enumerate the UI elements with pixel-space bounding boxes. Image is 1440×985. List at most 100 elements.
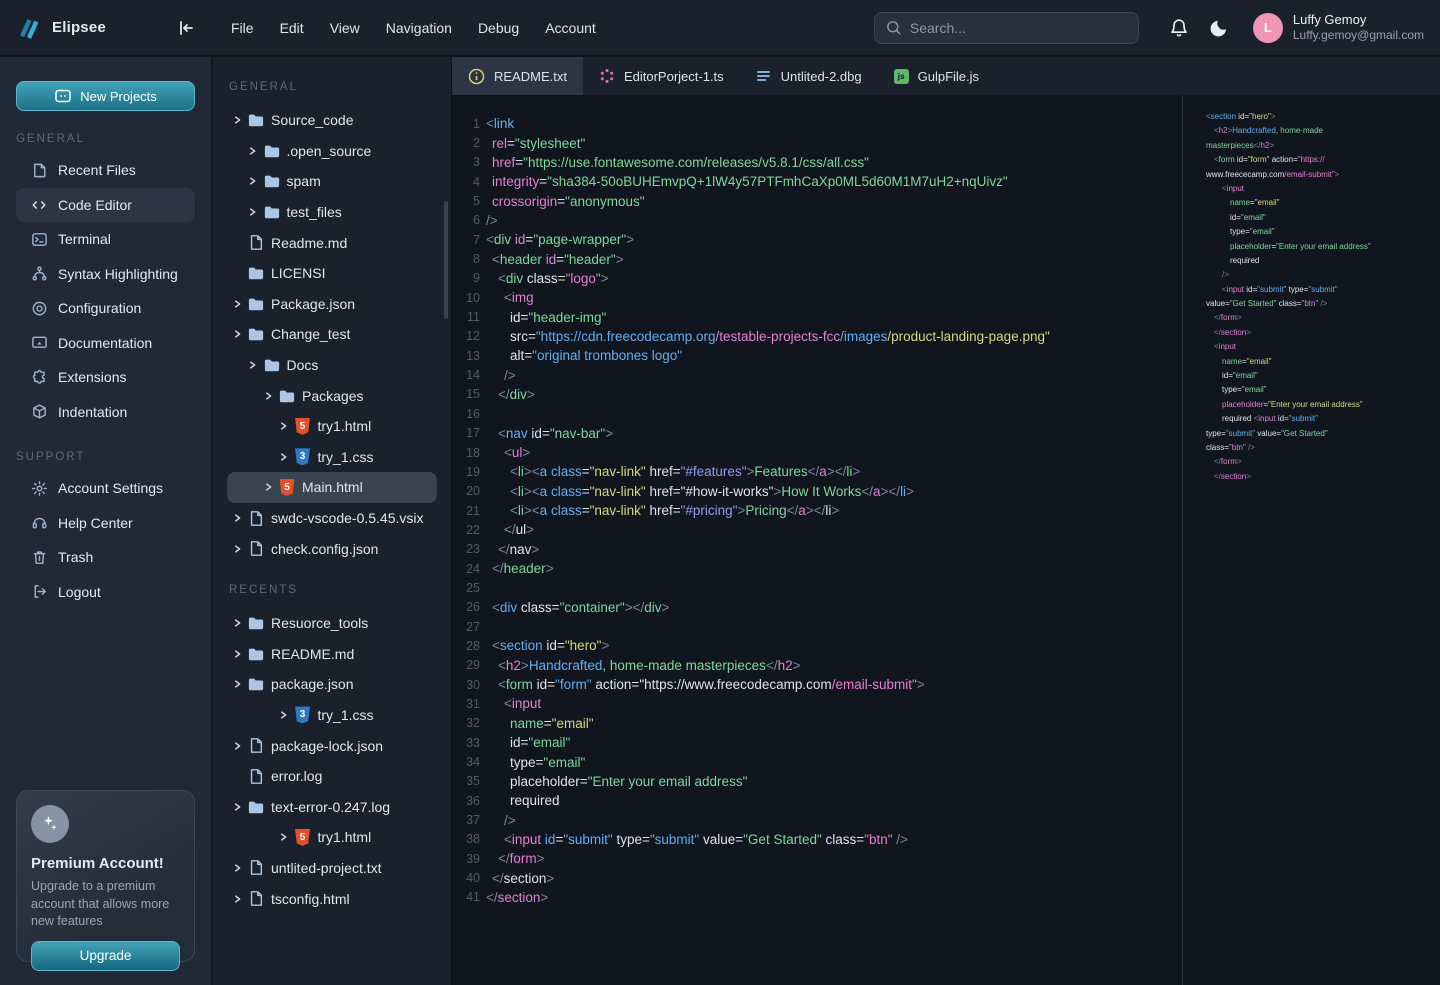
tree-item-package-json[interactable]: Package.json: [227, 289, 437, 320]
line-number: 41: [452, 890, 480, 904]
sidebar-item-recent-files[interactable]: Recent Files: [16, 153, 195, 188]
sidebar-item-label: Configuration: [58, 300, 141, 316]
minimap-line: <input id="submit" type="submit": [1206, 285, 1440, 299]
upgrade-button[interactable]: Upgrade: [31, 941, 180, 971]
tab-readme-txt[interactable]: README.txt: [452, 57, 583, 95]
folder-icon: [245, 646, 267, 662]
chevron-right-icon[interactable]: [229, 299, 245, 309]
chevron-right-icon[interactable]: [245, 207, 261, 217]
chevron-right-icon[interactable]: [229, 115, 245, 125]
folder-icon: [261, 204, 283, 220]
chevron-right-icon[interactable]: [229, 802, 245, 812]
chevron-right-icon[interactable]: [260, 482, 276, 492]
tree-item-licensi[interactable]: LICENSI: [227, 258, 437, 289]
tree-item-open-source[interactable]: .open_source: [227, 136, 437, 167]
menu-view[interactable]: View: [317, 20, 373, 36]
sidebar-item-extensions[interactable]: Extensions: [16, 360, 195, 395]
chevron-right-icon[interactable]: [229, 894, 245, 904]
tree-item-package-lock-json[interactable]: package-lock.json: [227, 730, 437, 761]
chevron-right-icon[interactable]: [276, 710, 292, 720]
tree-item-change-test[interactable]: Change_test: [227, 319, 437, 350]
chevron-right-icon[interactable]: [229, 513, 245, 523]
tab-gulpfile-js[interactable]: jsGulpFile.js: [878, 57, 995, 95]
tab-untlited-2-dbg[interactable]: Untlited-2.dbg: [740, 57, 878, 95]
tree-item-text-error-0-247-log[interactable]: text-error-0.247.log: [227, 791, 437, 822]
tree-item-error-log[interactable]: error.log: [227, 761, 437, 792]
tree-item-label: Main.html: [302, 479, 363, 495]
chevron-right-icon[interactable]: [276, 832, 292, 842]
notifications-bell-icon[interactable]: [1167, 16, 1191, 40]
chevron-right-icon[interactable]: [229, 618, 245, 628]
sidebar-item-terminal[interactable]: Terminal: [16, 222, 195, 257]
tree-item-try1-html[interactable]: 5try1.html: [227, 822, 437, 853]
tree-item-label: Packages: [302, 388, 363, 404]
sidebar-item-documentation[interactable]: Documentation: [16, 326, 195, 361]
code-line: 7<div id="page-wrapper">: [452, 230, 1182, 249]
sidebar-item-account-settings[interactable]: Account Settings: [16, 471, 195, 506]
tree-scrollbar[interactable]: [444, 201, 448, 319]
menu-debug[interactable]: Debug: [465, 20, 532, 36]
trash-icon: [30, 548, 48, 566]
tree-item-try-1-css[interactable]: 3try_1.css: [227, 700, 437, 731]
line-number: 16: [452, 407, 480, 421]
menu-account[interactable]: Account: [532, 20, 609, 36]
chevron-right-icon[interactable]: [245, 176, 261, 186]
sidebar-item-label: Documentation: [58, 335, 152, 351]
tree-item-resuorce-tools[interactable]: Resuorce_tools: [227, 608, 437, 639]
chevron-right-icon[interactable]: [229, 544, 245, 554]
user-avatar[interactable]: L: [1253, 13, 1283, 43]
tree-item-untlited-project-txt[interactable]: untlited-project.txt: [227, 853, 437, 884]
code-line: 39</form>: [452, 849, 1182, 868]
chevron-right-icon[interactable]: [229, 649, 245, 659]
tab-editorporject-1-ts[interactable]: EditorPorject-1.ts: [583, 57, 740, 95]
code-text: />: [486, 813, 516, 828]
search-input[interactable]: Search...: [874, 12, 1139, 44]
tree-item-swdc-vscode-0-5-45-vsix[interactable]: swdc-vscode-0.5.45.vsix: [227, 503, 437, 534]
dark-mode-moon-icon[interactable]: [1207, 16, 1231, 40]
chevron-right-icon[interactable]: [276, 452, 292, 462]
code-editor-area[interactable]: 1<link2rel="stylesheet"3href="https://us…: [452, 95, 1182, 985]
tree-item-main-html[interactable]: 5Main.html: [227, 472, 437, 503]
tree-item-package-json[interactable]: package.json: [227, 669, 437, 700]
sidebar-item-help-center[interactable]: Help Center: [16, 506, 195, 541]
sidebar-item-trash[interactable]: Trash: [16, 540, 195, 575]
sidebar-item-configuration[interactable]: Configuration: [16, 291, 195, 326]
tree-item-source-code[interactable]: Source_code: [227, 105, 437, 136]
tree-item-readme-md[interactable]: Readme.md: [227, 227, 437, 258]
tree-item-spam[interactable]: spam: [227, 166, 437, 197]
tree-item-tsconfig-html[interactable]: tsconfig.html: [227, 883, 437, 914]
chevron-right-icon[interactable]: [229, 329, 245, 339]
chevron-right-icon[interactable]: [245, 360, 261, 370]
new-projects-button[interactable]: New Projects: [16, 81, 195, 111]
menu-edit[interactable]: Edit: [267, 20, 317, 36]
code-text: </form>: [486, 851, 545, 866]
tree-item-readme-md[interactable]: README.md: [227, 639, 437, 670]
chevron-right-icon[interactable]: [229, 679, 245, 689]
chevron-right-icon[interactable]: [260, 391, 276, 401]
tree-item-test-files[interactable]: test_files: [227, 197, 437, 228]
chevron-right-icon[interactable]: [229, 863, 245, 873]
sidebar-item-code-editor[interactable]: Code Editor: [16, 188, 195, 223]
code-line: 2rel="stylesheet": [452, 133, 1182, 152]
collapse-sidebar-icon[interactable]: [176, 18, 196, 38]
tree-item-try1-html[interactable]: 5try1.html: [227, 411, 437, 442]
sidebar-item-indentation[interactable]: Indentation: [16, 395, 195, 430]
chevron-right-icon[interactable]: [229, 741, 245, 751]
chevron-right-icon[interactable]: [276, 421, 292, 431]
menu-file[interactable]: File: [218, 20, 267, 36]
tree-item-try-1-css[interactable]: 3try_1.css: [227, 442, 437, 473]
sidebar-item-syntax-highlighting[interactable]: Syntax Highlighting: [16, 257, 195, 292]
code-line: 17<nav id="nav-bar">: [452, 424, 1182, 443]
chevron-right-icon[interactable]: [245, 146, 261, 156]
sidebar-item-logout[interactable]: Logout: [16, 575, 195, 610]
menu-navigation[interactable]: Navigation: [373, 20, 465, 36]
line-number: 29: [452, 658, 480, 672]
user-info[interactable]: Luffy Gemoy Luffy.gemoy@gmail.com: [1293, 12, 1424, 43]
tree-item-docs[interactable]: Docs: [227, 350, 437, 381]
tree-item-check-config-json[interactable]: check.config.json: [227, 533, 437, 564]
tree-item-label: error.log: [271, 768, 322, 784]
code-text: <li><a class="nav-link" href="#features"…: [486, 464, 860, 479]
tree-item-packages[interactable]: Packages: [227, 380, 437, 411]
code-line: 27: [452, 617, 1182, 636]
minimap[interactable]: <section id="hero"><h2>Handcrafted, home…: [1182, 95, 1440, 985]
